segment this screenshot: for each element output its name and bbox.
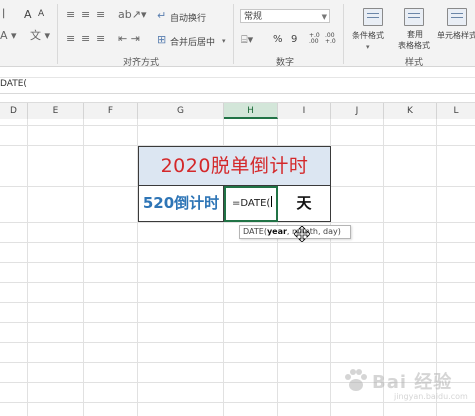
increase-font-button[interactable]: A xyxy=(24,8,32,21)
wrap-text-button[interactable]: 自动换行 xyxy=(170,11,206,24)
ribbon-divider xyxy=(57,4,58,64)
column-header-k[interactable]: K xyxy=(384,103,437,119)
chevron-down-icon: ▼ xyxy=(321,13,327,21)
conditional-format-button[interactable]: 条件格式 xyxy=(352,30,384,41)
conditional-format-icon xyxy=(363,8,383,26)
tooltip-current-arg[interactable]: year xyxy=(267,227,287,236)
number-format-value: 常规 xyxy=(244,12,263,22)
column-header-d[interactable]: D xyxy=(0,103,28,119)
row-gridline xyxy=(0,242,475,243)
comma-button[interactable]: 9 xyxy=(291,34,297,45)
row-gridline xyxy=(0,282,475,283)
indent-icon[interactable]: ⇤ ⇥ xyxy=(118,33,140,45)
ribbon-divider xyxy=(233,4,234,64)
column-header-h[interactable]: H xyxy=(224,103,278,119)
format-as-table-label-2[interactable]: 表格格式 xyxy=(398,40,430,51)
font-color-icon[interactable]: A ▾ xyxy=(0,30,17,42)
column-header-g[interactable]: G xyxy=(138,103,224,119)
orientation-icon[interactable]: ab↗▾ xyxy=(118,9,146,21)
unit-cell[interactable]: 天 xyxy=(278,186,331,222)
align-bottom-icon[interactable]: ≡ xyxy=(96,9,105,21)
column-header-i[interactable]: I xyxy=(278,103,331,119)
align-left-icon[interactable]: ≡ xyxy=(66,33,75,45)
column-header-e[interactable]: E xyxy=(28,103,84,119)
wrap-text-icon: ↵ xyxy=(157,9,167,22)
column-header-l[interactable]: L xyxy=(437,103,475,119)
row-gridline xyxy=(0,222,475,223)
column-header-row: D E F G H I J K L xyxy=(0,102,475,120)
currency-icon[interactable]: ⌸▾ xyxy=(241,34,253,46)
format-as-table-icon xyxy=(404,8,424,26)
phonetic-icon[interactable]: 文 ▾ xyxy=(30,30,50,42)
move-cursor-icon xyxy=(294,226,310,242)
row-gridline xyxy=(0,362,475,363)
align-right-icon[interactable]: ≡ xyxy=(96,33,105,45)
cell-formula-text: =DATE( xyxy=(232,198,271,209)
decrease-decimal-button[interactable]: .00 +.0 xyxy=(325,33,339,45)
column-header-j[interactable]: J xyxy=(331,103,384,119)
decrease-font-button[interactable]: A xyxy=(38,9,44,19)
cell-styles-button[interactable]: 单元格样式 xyxy=(437,30,475,41)
tooltip-function-name: DATE( xyxy=(243,227,267,236)
row-gridline xyxy=(0,342,475,343)
merge-icon: ⊞ xyxy=(157,33,167,46)
paw-logo-icon xyxy=(345,369,367,391)
title-cell[interactable]: 2020脱单倒计时 xyxy=(138,146,331,186)
row-gridline xyxy=(0,262,475,263)
align-center-icon[interactable]: ≡ xyxy=(81,33,90,45)
merge-center-button[interactable]: 合并后居中 xyxy=(170,35,215,48)
active-editing-cell[interactable]: =DATE( xyxy=(224,186,278,222)
align-top-icon[interactable]: ≡ xyxy=(66,9,75,21)
countdown-label-cell[interactable]: 520倒计时 xyxy=(138,186,224,222)
row-gridline xyxy=(0,322,475,323)
ribbon-divider xyxy=(343,4,344,64)
group-label-styles: 样式 xyxy=(405,58,424,68)
align-middle-icon[interactable]: ≡ xyxy=(81,9,90,21)
row-gridline xyxy=(0,302,475,303)
text-caret xyxy=(271,196,273,207)
watermark-url: jingyan.baidu.com xyxy=(394,392,468,401)
increase-decimal-button[interactable]: +.0 .00 xyxy=(309,33,323,45)
chevron-down-icon: ▾ xyxy=(366,43,370,51)
font-color-partial-icon[interactable]: | xyxy=(2,8,5,19)
ribbon: | A A A ▾ 文 ▾ ≡ ≡ ≡ ab↗▾ ≡ ≡ ≡ ⇤ ⇥ ↵ 自动换… xyxy=(0,0,475,68)
merge-dropdown-icon[interactable]: ▾ xyxy=(222,35,226,47)
group-label-number: 数字 xyxy=(276,58,295,68)
baidu-watermark: Bai 经验 jingyan.baidu.com xyxy=(342,366,468,408)
watermark-brand: Bai 经验 xyxy=(372,372,453,393)
column-header-f[interactable]: F xyxy=(84,103,138,119)
formula-bar[interactable]: DATE( xyxy=(0,77,475,94)
percent-button[interactable]: % xyxy=(273,34,283,45)
format-as-table-label-1[interactable]: 套用 xyxy=(407,29,423,40)
number-format-dropdown[interactable]: 常规 ▼ xyxy=(240,9,330,23)
group-label-alignment: 对齐方式 xyxy=(123,58,160,68)
cell-styles-icon xyxy=(447,8,467,26)
formula-bar-content[interactable]: DATE( xyxy=(0,79,27,89)
row-gridline xyxy=(0,125,475,126)
